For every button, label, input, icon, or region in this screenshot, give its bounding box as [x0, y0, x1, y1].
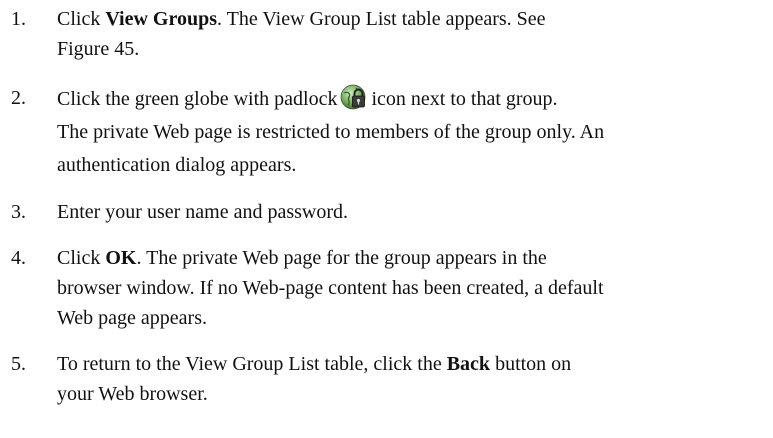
step-text: Click View Groups. The View Group List t… [57, 4, 769, 64]
text-run: . The View Group List table appears. See [217, 8, 546, 30]
step-line: Web page appears. [57, 307, 207, 329]
text-run: To return to the View Group List table, … [57, 353, 447, 375]
ui-reference-ok: OK [105, 247, 137, 269]
step-line: authentication dialog appears. [57, 154, 297, 176]
step-line: The private Web page is restricted to me… [57, 121, 605, 143]
step-text: Click the green globe with padlock icon … [57, 83, 769, 182]
text-run: Click [57, 8, 106, 30]
step-text: To return to the View Group List table, … [57, 349, 769, 409]
text-run: button on [490, 353, 572, 375]
step-text: Enter your user name and password. [57, 197, 769, 227]
step-number: 1. [11, 8, 26, 30]
step-number: 3. [11, 201, 26, 223]
text-run: . The private Web page for the group app… [136, 247, 547, 269]
text-run: Click [57, 247, 106, 269]
instruction-list: 1. Click View Groups. The View Group Lis… [0, 0, 773, 438]
step-1: 1. Click View Groups. The View Group Lis… [0, 4, 773, 68]
step-line: To return to the View Group List table, … [57, 349, 769, 379]
step-3: 3. Enter your user name and password. [0, 197, 773, 229]
step-line: Figure 45. [57, 38, 140, 60]
text-run: Click the green globe with padlock [57, 88, 338, 110]
step-line: browser window. If no Web-page content h… [57, 277, 604, 299]
step-line: Click View Groups. The View Group List t… [57, 4, 769, 34]
step-line: Click OK. The private Web page for the g… [57, 243, 769, 273]
step-line: Click the green globe with padlock icon … [57, 83, 769, 116]
step-number: 5. [11, 353, 26, 375]
text-run: icon next to that group. [371, 88, 558, 110]
step-number: 4. [11, 247, 26, 269]
step-2: 2. Click the green globe with padlock ic… [0, 83, 773, 183]
step-line: your Web browser. [57, 383, 208, 405]
step-5: 5. To return to the View Group List tabl… [0, 349, 773, 413]
step-line: Enter your user name and password. [57, 201, 349, 223]
ui-reference-back: Back [446, 353, 491, 375]
globe-padlock-icon [339, 84, 369, 111]
ui-reference-view-groups: View Groups [105, 8, 218, 30]
step-4: 4. Click OK. The private Web page for th… [0, 243, 773, 335]
step-number: 2. [11, 87, 26, 109]
step-text: Click OK. The private Web page for the g… [57, 243, 769, 333]
